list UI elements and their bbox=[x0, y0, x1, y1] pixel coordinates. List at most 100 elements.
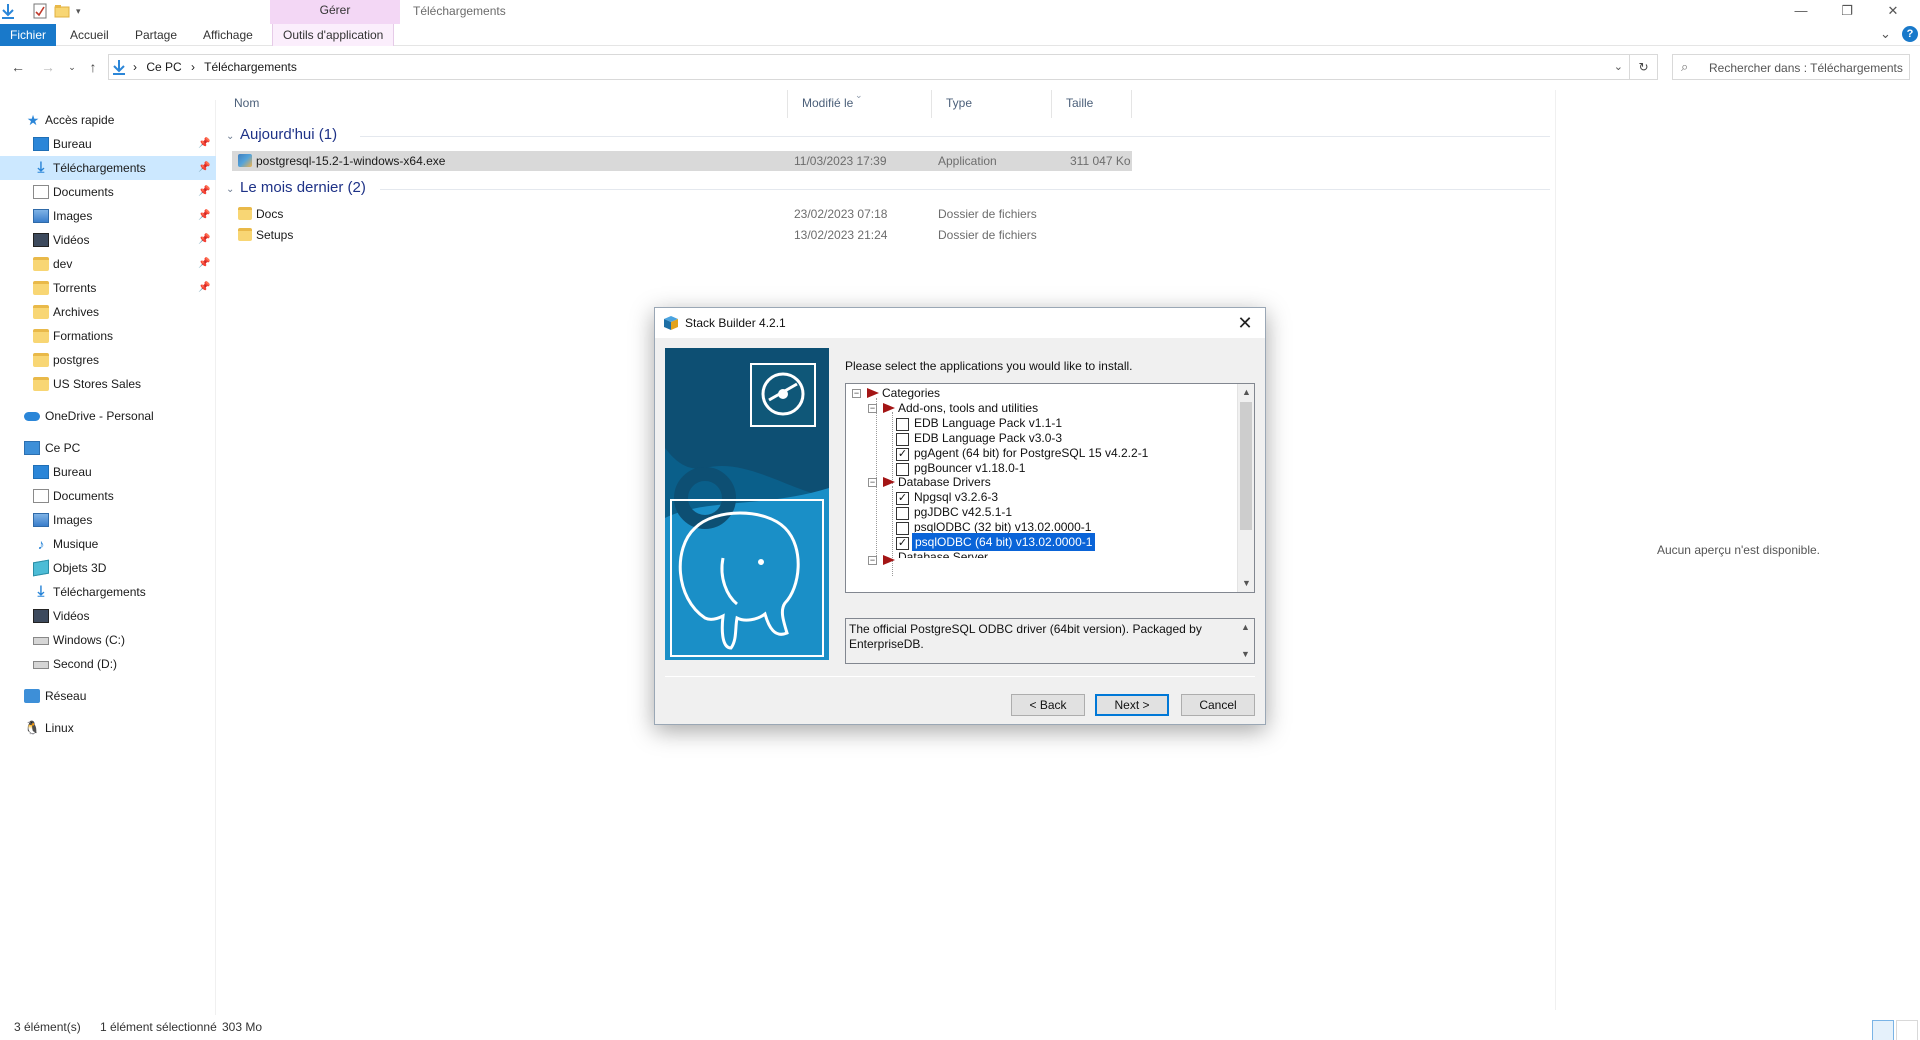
tree-node-database-server[interactable]: Database Server bbox=[898, 548, 988, 558]
sidebar-item-videos[interactable]: Vidéos 📌 bbox=[0, 228, 216, 252]
group-header[interactable]: ⌄ Aujourd'hui (1) bbox=[226, 124, 337, 146]
sidebar-item-label: dev bbox=[53, 257, 73, 271]
download-icon[interactable] bbox=[0, 3, 16, 19]
tab-fichier[interactable]: Fichier bbox=[0, 24, 56, 46]
stack-builder-dialog: Stack Builder 4.2.1 ✕ Please select the … bbox=[654, 307, 1266, 725]
tree-checkbox[interactable] bbox=[896, 507, 909, 520]
ribbon-tabs: Fichier Accueil Partage Affichage Outils… bbox=[0, 24, 1920, 46]
description-scrollbar[interactable]: ▲ ▼ bbox=[1237, 619, 1254, 663]
sidebar-item-label: Formations bbox=[53, 329, 114, 343]
sidebar-item-archives[interactable]: Archives bbox=[0, 300, 216, 324]
cancel-button[interactable]: Cancel bbox=[1181, 694, 1255, 716]
tree-checkbox[interactable] bbox=[896, 522, 909, 535]
large-icons-view-icon[interactable] bbox=[1896, 1020, 1918, 1040]
folder-icon bbox=[33, 329, 49, 343]
scroll-up-icon[interactable]: ▲ bbox=[1238, 384, 1254, 401]
pin-icon[interactable]: 📌 bbox=[198, 180, 210, 204]
sidebar-item-pc-bureau[interactable]: Bureau bbox=[0, 460, 216, 484]
sidebar-item-windows-c[interactable]: Windows (C:) bbox=[0, 628, 216, 652]
refresh-button[interactable]: ↻ bbox=[1630, 54, 1658, 80]
sidebar-item-bureau[interactable]: Bureau 📌 bbox=[0, 132, 216, 156]
sidebar-item-torrents[interactable]: Torrents 📌 bbox=[0, 276, 216, 300]
sidebar-item-pc-documents[interactable]: Documents bbox=[0, 484, 216, 508]
scrollbar-thumb[interactable] bbox=[1240, 402, 1252, 530]
tree-collapse-toggle[interactable]: − bbox=[868, 478, 877, 487]
close-button[interactable]: ✕ bbox=[1870, 0, 1916, 24]
collapse-ribbon-icon[interactable]: ⌄ bbox=[1880, 26, 1891, 42]
address-bar[interactable]: › Ce PC › Téléchargements ⌄ bbox=[108, 54, 1630, 80]
address-dropdown-icon[interactable]: ⌄ bbox=[1614, 60, 1623, 73]
pin-icon[interactable]: 📌 bbox=[198, 204, 210, 228]
sidebar-item-telechargements[interactable]: ⤓ Téléchargements 📌 bbox=[0, 156, 216, 180]
up-arrow-icon[interactable]: ↑ bbox=[83, 58, 103, 76]
scroll-down-icon[interactable]: ▼ bbox=[1237, 646, 1254, 663]
dialog-close-button[interactable]: ✕ bbox=[1225, 308, 1265, 338]
sidebar-item-us-stores-sales[interactable]: US Stores Sales bbox=[0, 372, 216, 396]
file-row[interactable]: Setups 13/02/2023 21:24 Dossier de fichi… bbox=[232, 225, 1132, 245]
sidebar-item-dev[interactable]: dev 📌 bbox=[0, 252, 216, 276]
tab-partage[interactable]: Partage bbox=[125, 24, 187, 46]
dialog-separator bbox=[665, 676, 1255, 677]
column-header-name[interactable]: Nom bbox=[220, 90, 788, 118]
details-view-icon[interactable] bbox=[1872, 1020, 1894, 1040]
sidebar-item-linux[interactable]: 🐧 Linux bbox=[0, 716, 216, 740]
customize-quick-access-icon[interactable]: ▾ bbox=[76, 3, 92, 19]
help-icon[interactable]: ? bbox=[1902, 26, 1918, 42]
search-input[interactable]: ⌕ Rechercher dans : Téléchargements bbox=[1672, 54, 1910, 80]
pin-icon[interactable]: 📌 bbox=[198, 156, 210, 180]
sidebar-item-documents[interactable]: Documents 📌 bbox=[0, 180, 216, 204]
breadcrumb-telechargements[interactable]: Téléchargements bbox=[204, 60, 297, 74]
tab-outils-application[interactable]: Outils d'application bbox=[272, 24, 395, 46]
maximize-button[interactable]: ❐ bbox=[1824, 0, 1870, 24]
sidebar-item-pc-images[interactable]: Images bbox=[0, 508, 216, 532]
pin-icon[interactable]: 📌 bbox=[198, 252, 210, 276]
objects3d-icon bbox=[33, 559, 49, 577]
breadcrumb-ce-pc[interactable]: Ce PC bbox=[146, 60, 181, 74]
tree-collapse-toggle[interactable]: − bbox=[868, 556, 877, 565]
breadcrumb-separator[interactable]: › bbox=[133, 60, 137, 74]
application-tree[interactable]: − Categories − Add-ons, tools and utilit… bbox=[845, 383, 1255, 593]
sidebar-item-ce-pc[interactable]: Ce PC bbox=[0, 436, 216, 460]
sidebar-item-pc-telechargements[interactable]: ⤓ Téléchargements bbox=[0, 580, 216, 604]
pin-icon[interactable]: 📌 bbox=[198, 132, 210, 156]
tree-scrollbar[interactable]: ▲ ▼ bbox=[1237, 384, 1254, 592]
sidebar-item-second-d[interactable]: Second (D:) bbox=[0, 652, 216, 676]
tree-collapse-toggle[interactable]: − bbox=[852, 389, 861, 398]
recent-locations-icon[interactable]: ⌄ bbox=[62, 58, 82, 76]
sidebar-item-quick-access[interactable]: ★ Accès rapide bbox=[0, 108, 216, 132]
new-folder-icon[interactable] bbox=[54, 3, 70, 19]
tree-checkbox[interactable]: ✓ bbox=[896, 492, 909, 505]
file-row[interactable]: Docs 23/02/2023 07:18 Dossier de fichier… bbox=[232, 204, 1132, 224]
sidebar-item-onedrive[interactable]: OneDrive - Personal bbox=[0, 404, 216, 428]
tree-checkbox[interactable]: ✓ bbox=[896, 448, 909, 461]
tree-checkbox[interactable] bbox=[896, 433, 909, 446]
tree-checkbox[interactable] bbox=[896, 418, 909, 431]
next-button[interactable]: Next > bbox=[1095, 694, 1169, 716]
breadcrumb-separator[interactable]: › bbox=[191, 60, 195, 74]
properties-icon[interactable] bbox=[32, 3, 48, 19]
forward-arrow-icon[interactable]: → bbox=[38, 58, 58, 76]
pin-icon[interactable]: 📌 bbox=[198, 276, 210, 300]
group-header[interactable]: ⌄ Le mois dernier (2) bbox=[226, 177, 366, 199]
sidebar-item-reseau[interactable]: Réseau bbox=[0, 684, 216, 708]
pin-icon[interactable]: 📌 bbox=[198, 228, 210, 252]
download-icon bbox=[111, 59, 127, 78]
column-header-type[interactable]: Type bbox=[932, 90, 1052, 118]
sidebar-item-pc-videos[interactable]: Vidéos bbox=[0, 604, 216, 628]
tab-affichage[interactable]: Affichage bbox=[193, 24, 263, 46]
sidebar-item-postgres[interactable]: postgres bbox=[0, 348, 216, 372]
sidebar-item-formations[interactable]: Formations bbox=[0, 324, 216, 348]
tab-accueil[interactable]: Accueil bbox=[60, 24, 119, 46]
back-arrow-icon[interactable]: ← bbox=[8, 58, 28, 76]
tree-collapse-toggle[interactable]: − bbox=[868, 404, 877, 413]
scroll-up-icon[interactable]: ▲ bbox=[1237, 619, 1254, 636]
minimize-button[interactable]: — bbox=[1778, 0, 1824, 24]
category-flag-icon bbox=[867, 388, 879, 398]
column-header-size[interactable]: Taille bbox=[1052, 90, 1132, 118]
file-row[interactable]: postgresql-15.2-1-windows-x64.exe 11/03/… bbox=[232, 151, 1132, 171]
sidebar-item-images[interactable]: Images 📌 bbox=[0, 204, 216, 228]
sidebar-item-pc-musique[interactable]: ♪ Musique bbox=[0, 532, 216, 556]
sidebar-item-pc-objets-3d[interactable]: Objets 3D bbox=[0, 556, 216, 580]
back-button[interactable]: < Back bbox=[1011, 694, 1085, 716]
scroll-down-icon[interactable]: ▼ bbox=[1238, 575, 1254, 592]
